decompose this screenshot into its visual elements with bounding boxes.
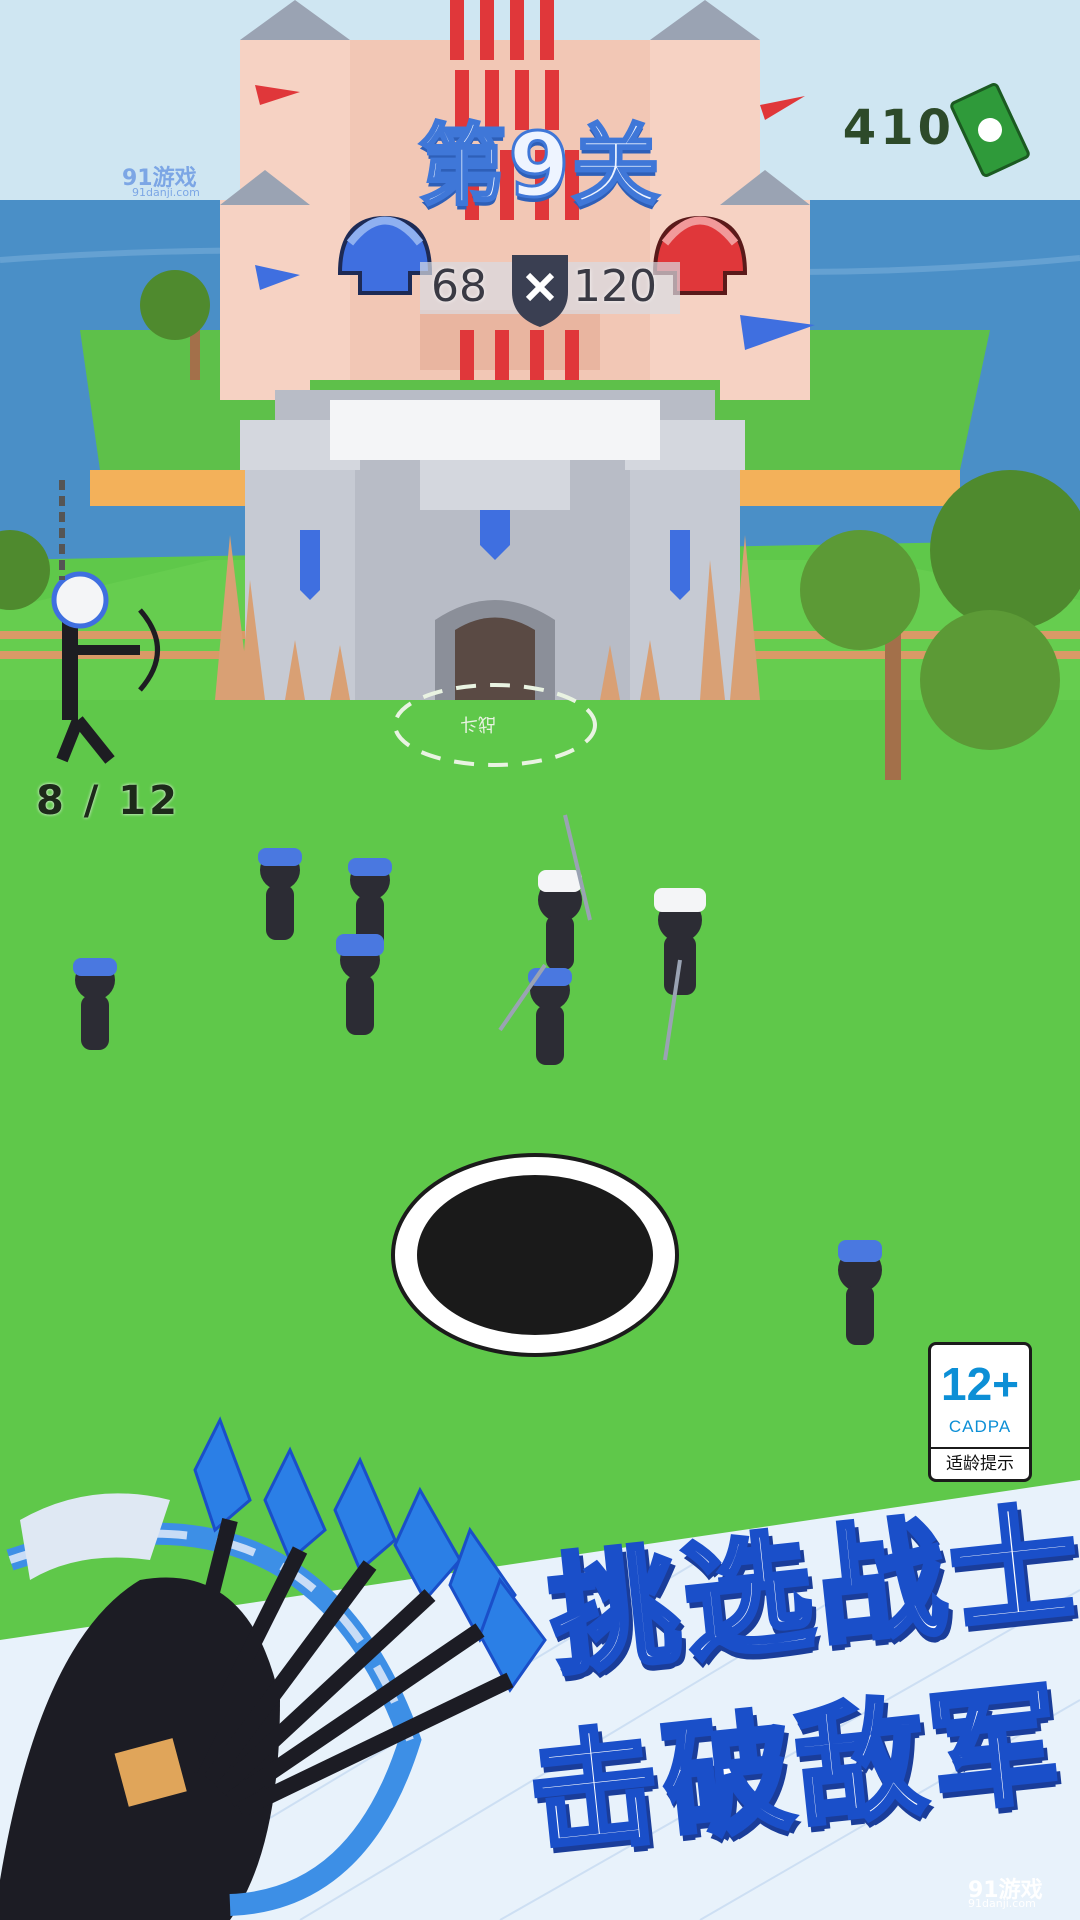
battle-zone-label[interactable]: 战斗 [460, 712, 496, 738]
age-rating-badge: 12+ CADPA 适龄提示 [928, 1342, 1032, 1482]
troop-capacity: 8 / 12 [36, 778, 180, 824]
army-comparison-bar: 68 120 [335, 245, 745, 331]
watermark-domain-top: 91danji.com [132, 186, 200, 199]
blue-castle [240, 390, 745, 700]
age-rating-value: 12+ [940, 1358, 1020, 1410]
age-rating-org: CADPA [948, 1417, 1012, 1436]
blue-army-count: 68 [431, 261, 487, 312]
coin-count: 410 [842, 100, 955, 156]
watermark-domain-bottom: 91danji.com [968, 1897, 1036, 1910]
red-army-count: 120 [573, 261, 657, 312]
